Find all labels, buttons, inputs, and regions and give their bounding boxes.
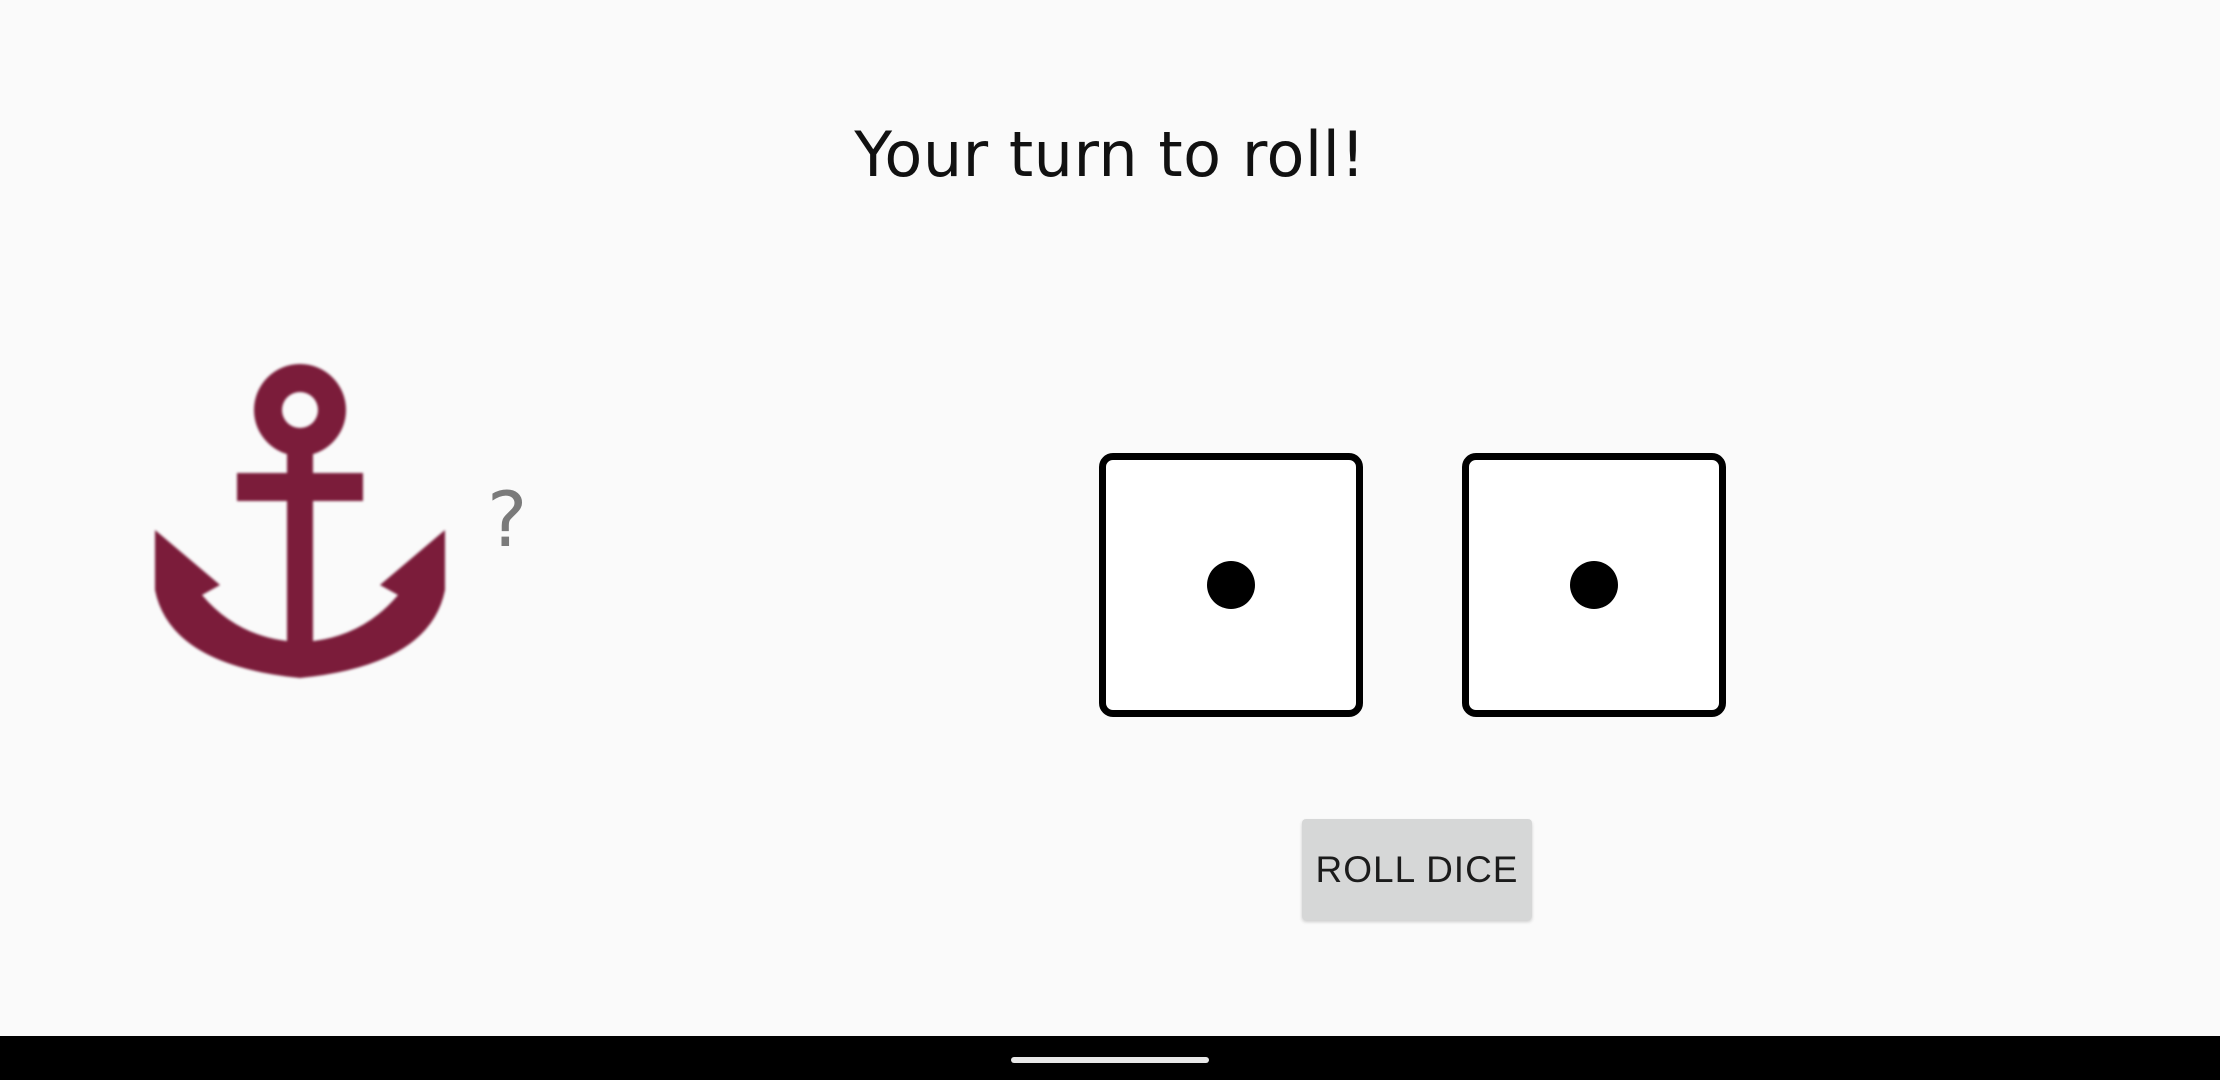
anchor-icon [150,360,450,680]
turn-status-title: Your turn to roll! [854,118,1366,191]
guess-mark: ? [487,475,528,564]
app-content: Your turn to roll! ? ROLL DICE [0,0,2220,1036]
die-pip [1207,561,1255,609]
die-2[interactable] [1462,453,1726,717]
game-screen: Your turn to roll! ? ROLL DICE [0,0,2220,1080]
roll-dice-button[interactable]: ROLL DICE [1302,819,1532,920]
die-pip [1570,561,1618,609]
die-1[interactable] [1099,453,1363,717]
home-handle[interactable] [1011,1057,1209,1063]
